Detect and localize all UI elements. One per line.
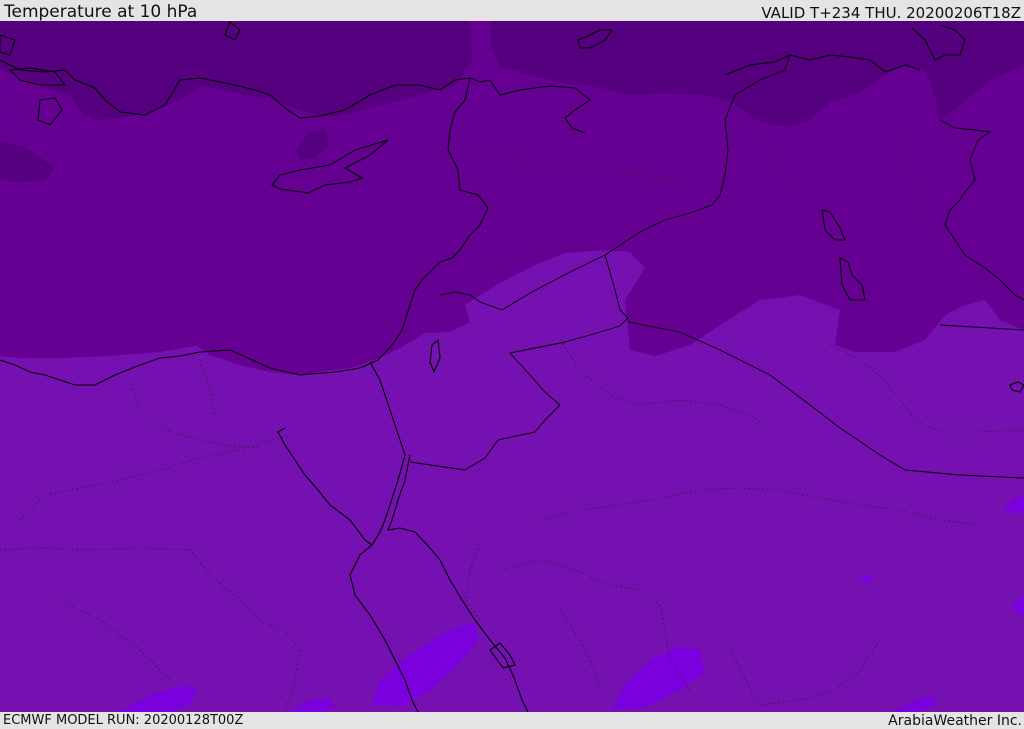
credit-label: ArabiaWeather Inc. bbox=[888, 713, 1022, 729]
valid-time: VALID T+234 THU. 20200206T18Z bbox=[761, 4, 1021, 22]
footer-bar: ECMWF MODEL RUN: 20200128T00Z ArabiaWeat… bbox=[0, 712, 1024, 729]
map-title: Temperature at 10 hPa bbox=[4, 2, 198, 22]
header-bar: Temperature at 10 hPa VALID T+234 THU. 2… bbox=[0, 0, 1024, 21]
model-run-label: ECMWF MODEL RUN: 20200128T00Z bbox=[3, 713, 244, 728]
map-area[interactable] bbox=[0, 21, 1024, 712]
